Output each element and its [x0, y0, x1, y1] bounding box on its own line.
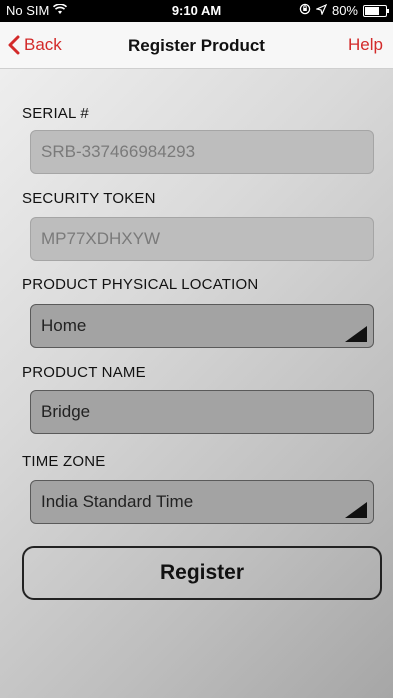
battery-nub: [387, 8, 389, 13]
product-name-label: PRODUCT NAME: [22, 364, 146, 381]
page-title: Register Product: [128, 36, 265, 55]
serial-label: SERIAL #: [22, 105, 89, 122]
product-name-input[interactable]: Bridge: [30, 390, 374, 434]
dropdown-corner-icon: [345, 502, 367, 518]
time-zone-value: India Standard Time: [41, 492, 194, 511]
security-token-field: MP77XDHXYW: [30, 217, 374, 261]
navigation-bar: Back Register Product Help: [0, 22, 393, 69]
location-value: Home: [41, 316, 87, 335]
help-button[interactable]: Help: [348, 35, 383, 55]
security-token-label: SECURITY TOKEN: [22, 190, 156, 207]
battery-icon: [363, 4, 389, 17]
status-right: 80%: [299, 3, 389, 18]
register-button[interactable]: Register: [22, 546, 382, 600]
location-label: PRODUCT PHYSICAL LOCATION: [22, 276, 259, 293]
battery-fill: [365, 6, 379, 15]
battery-percent: 80%: [331, 3, 358, 18]
time-zone-label: TIME ZONE: [22, 453, 106, 470]
security-token-value: MP77XDHXYW: [41, 229, 161, 248]
status-bar: No SIM 9:10 AM 80%: [0, 0, 393, 22]
dropdown-corner-icon: [345, 326, 367, 342]
product-name-value: Bridge: [41, 402, 91, 421]
time-zone-select[interactable]: India Standard Time: [30, 480, 374, 524]
location-arrow-icon: [315, 3, 328, 18]
location-select[interactable]: Home: [30, 304, 374, 348]
serial-field: SRB-337466984293: [30, 130, 374, 174]
serial-value: SRB-337466984293: [41, 142, 196, 161]
orientation-lock-icon: [299, 3, 311, 18]
